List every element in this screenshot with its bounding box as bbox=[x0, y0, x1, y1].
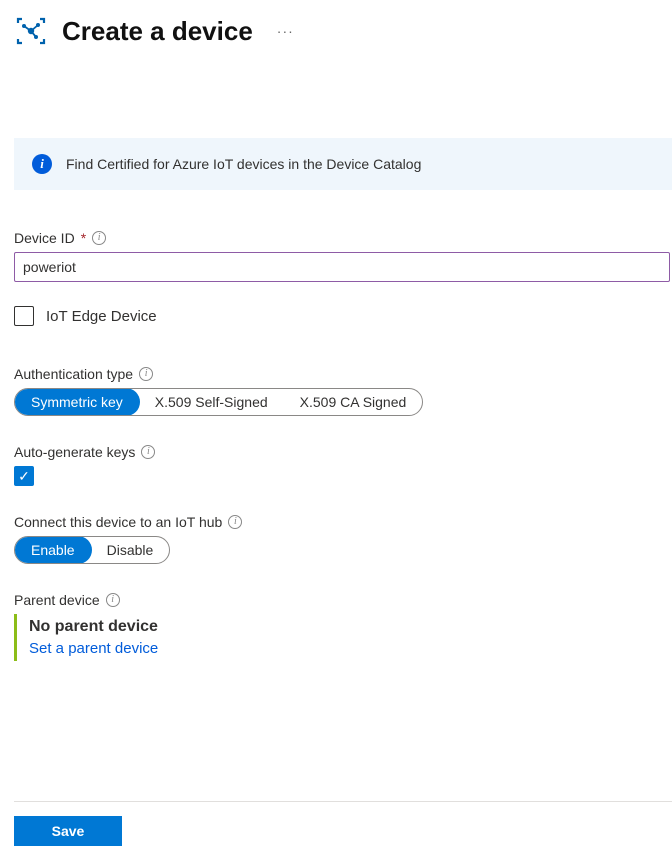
help-icon[interactable]: i bbox=[139, 367, 153, 381]
iot-edge-label: IoT Edge Device bbox=[46, 308, 157, 325]
check-icon: ✓ bbox=[18, 469, 30, 483]
help-icon[interactable]: i bbox=[228, 515, 242, 529]
device-id-label-text: Device ID bbox=[14, 230, 75, 246]
info-icon: i bbox=[32, 154, 52, 174]
iot-edge-row: IoT Edge Device bbox=[14, 306, 672, 326]
connect-disable[interactable]: Disable bbox=[91, 537, 170, 563]
parent-none-text: No parent device bbox=[29, 618, 672, 636]
help-icon[interactable]: i bbox=[141, 445, 155, 459]
device-id-input[interactable] bbox=[14, 252, 670, 282]
info-banner: i Find Certified for Azure IoT devices i… bbox=[14, 138, 672, 190]
auth-type-label-text: Authentication type bbox=[14, 366, 133, 382]
auth-type-group: Symmetric key X.509 Self-Signed X.509 CA… bbox=[14, 388, 423, 416]
connect-label-text: Connect this device to an IoT hub bbox=[14, 514, 222, 530]
more-actions-button[interactable]: ··· bbox=[277, 23, 294, 39]
set-parent-link[interactable]: Set a parent device bbox=[29, 640, 672, 657]
device-id-label: Device ID * i bbox=[14, 230, 672, 246]
page-title: Create a device bbox=[62, 16, 253, 47]
parent-label-text: Parent device bbox=[14, 592, 100, 608]
autogen-label: Auto-generate keys i bbox=[14, 444, 672, 460]
auth-type-symmetric[interactable]: Symmetric key bbox=[14, 388, 140, 416]
parent-label: Parent device i bbox=[14, 592, 672, 608]
autogen-label-text: Auto-generate keys bbox=[14, 444, 135, 460]
help-icon[interactable]: i bbox=[106, 593, 120, 607]
parent-device-card: No parent device Set a parent device bbox=[14, 614, 672, 661]
help-icon[interactable]: i bbox=[92, 231, 106, 245]
footer: Save bbox=[14, 801, 672, 846]
auth-type-x509-ca[interactable]: X.509 CA Signed bbox=[284, 389, 423, 415]
info-banner-text: Find Certified for Azure IoT devices in … bbox=[66, 156, 421, 172]
page-header: Create a device ··· bbox=[14, 14, 672, 48]
auth-type-label: Authentication type i bbox=[14, 366, 672, 382]
iot-edge-checkbox[interactable] bbox=[14, 306, 34, 326]
connect-group: Enable Disable bbox=[14, 536, 170, 564]
save-button[interactable]: Save bbox=[14, 816, 122, 846]
connect-label: Connect this device to an IoT hub i bbox=[14, 514, 672, 530]
iot-device-icon bbox=[14, 14, 48, 48]
required-marker: * bbox=[81, 230, 86, 246]
connect-enable[interactable]: Enable bbox=[14, 536, 92, 564]
autogen-checkbox[interactable]: ✓ bbox=[14, 466, 34, 486]
auth-type-x509-self[interactable]: X.509 Self-Signed bbox=[139, 389, 284, 415]
